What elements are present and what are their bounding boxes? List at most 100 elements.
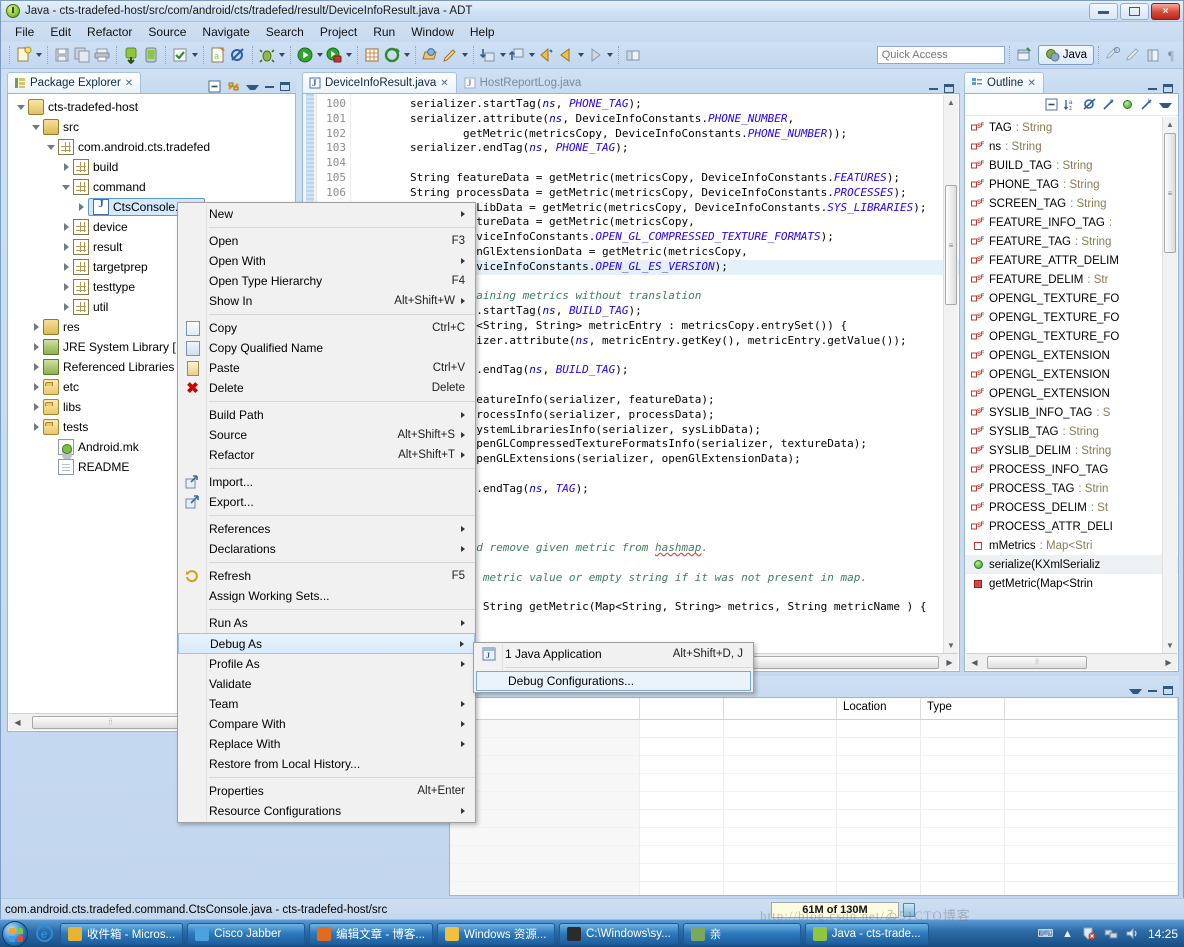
menu-item-restore-from-local-history[interactable]: Restore from Local History... [178, 754, 475, 774]
outline-item[interactable]: SFFEATURE_TAG : String [965, 232, 1178, 251]
scroll-up-icon[interactable]: ▲ [944, 95, 958, 110]
hide-local-types-icon[interactable]: L [1140, 98, 1153, 111]
new-file-dropdown-arrow[interactable] [34, 46, 43, 64]
minimize-icon[interactable] [1148, 87, 1157, 90]
volume-icon[interactable] [1126, 927, 1141, 941]
outline-item[interactable]: SFOPENGL_TEXTURE_FO [965, 289, 1178, 308]
run-dropdown-arrow[interactable] [315, 46, 324, 64]
column-header-2[interactable] [724, 698, 837, 719]
table-row[interactable] [450, 738, 1178, 756]
android-avd-manager-icon[interactable] [142, 46, 160, 64]
previous-annotation-icon[interactable] [508, 46, 526, 64]
outline-item-list[interactable]: SFTAG : StringSFns : StringSFBUILD_TAG :… [965, 116, 1178, 593]
show-hidden-icon[interactable]: ▲ [1060, 927, 1075, 941]
outline-item[interactable]: SFPROCESS_INFO_TAG [965, 460, 1178, 479]
menu-run[interactable]: Run [365, 23, 403, 41]
outline-item[interactable]: serialize(KXmlSerializ [965, 555, 1178, 574]
new-class-dropdown-arrow[interactable] [402, 46, 411, 64]
start-orb[interactable] [2, 921, 28, 947]
open-perspective-icon[interactable] [624, 46, 642, 64]
collapse-arrow-icon[interactable] [29, 380, 43, 394]
debug-dropdown-arrow[interactable] [277, 46, 286, 64]
new-java-package-icon[interactable] [363, 46, 381, 64]
menu-item-open-type-hierarchy[interactable]: Open Type HierarchyF4 [178, 271, 475, 291]
menu-edit[interactable]: Edit [42, 23, 79, 41]
outline-item[interactable]: SFFEATURE_ATTR_DELIM [965, 251, 1178, 270]
scroll-down-icon[interactable]: ▼ [1163, 638, 1177, 653]
maximize-icon[interactable] [280, 82, 290, 91]
tree-item[interactable]: com.android.cts.tradefed [8, 137, 295, 157]
link-with-editor-icon[interactable] [227, 80, 240, 93]
menu-item-compare-with[interactable]: Compare With [178, 714, 475, 734]
submenu-item-java-application[interactable]: J 1 Java Application Alt+Shift+D, J [474, 644, 753, 664]
code-line[interactable]: serializer.startTag(ns, PHONE_TAG); [357, 97, 959, 112]
tab-package-explorer[interactable]: Package Explorer ✕ [7, 72, 141, 93]
outline-item[interactable]: SFSYSLIB_TAG : String [965, 422, 1178, 441]
scroll-left-icon[interactable]: ◀ [966, 655, 983, 670]
taskbar-button[interactable]: C:\Windows\sy... [559, 923, 679, 945]
security-icon[interactable] [1082, 927, 1097, 941]
menu-item-new[interactable]: New [178, 204, 475, 224]
restore-button[interactable] [1120, 3, 1149, 20]
expand-arrow-icon[interactable] [29, 120, 43, 134]
menu-item-assign-working-sets[interactable]: Assign Working Sets... [178, 586, 475, 606]
outline-hscrollbar[interactable]: ◀ ⦙⦙ ▶ [966, 653, 1177, 670]
close-icon[interactable]: ✕ [1027, 78, 1035, 89]
collapse-arrow-icon[interactable] [74, 200, 88, 214]
check-dropdown-arrow[interactable] [190, 46, 199, 64]
tab-outline[interactable]: Outline ✕ [964, 72, 1044, 93]
menu-item-replace-with[interactable]: Replace With [178, 734, 475, 754]
minimize-icon[interactable] [265, 85, 274, 88]
tree-item[interactable]: cts-tradefed-host [8, 97, 295, 117]
collapse-arrow-icon[interactable] [59, 280, 73, 294]
collapse-arrow-icon[interactable] [59, 260, 73, 274]
collapse-all-icon[interactable] [1045, 98, 1058, 111]
table-row[interactable] [450, 792, 1178, 810]
back-arrow-icon[interactable] [557, 46, 575, 64]
table-row[interactable] [450, 774, 1178, 792]
menu-item-declarations[interactable]: Declarations [178, 539, 475, 559]
new-java-class-icon[interactable] [383, 46, 401, 64]
view-menu-icon[interactable] [246, 80, 259, 93]
back-dropdown-arrow[interactable] [576, 46, 585, 64]
sort-icon[interactable]: az [1064, 98, 1077, 111]
menu-item-copy-qualified-name[interactable]: Copy Qualified Name [178, 338, 475, 358]
outline-item[interactable]: SFFEATURE_INFO_TAG : [965, 213, 1178, 232]
outline-item[interactable]: SFOPENGL_TEXTURE_FO [965, 308, 1178, 327]
scroll-right-icon[interactable]: ▶ [941, 655, 958, 670]
tree-item[interactable]: command [8, 177, 295, 197]
quicklaunch-internet-explorer[interactable]: e [32, 922, 56, 946]
menu-file[interactable]: File [7, 23, 42, 41]
menu-item-open-with[interactable]: Open With [178, 251, 475, 271]
expand-arrow-icon[interactable] [44, 140, 58, 154]
menu-source[interactable]: Source [140, 23, 194, 41]
view-menu-icon[interactable] [1159, 98, 1172, 111]
collapse-arrow-icon[interactable] [59, 160, 73, 174]
outline-item[interactable]: SFSYSLIB_INFO_TAG : S [965, 403, 1178, 422]
collapse-arrow-icon[interactable] [59, 300, 73, 314]
taskbar-button[interactable]: 亲 [683, 923, 801, 945]
android-sdk-manager-icon[interactable] [122, 46, 140, 64]
menu-item-import[interactable]: Import... [178, 472, 475, 492]
table-row[interactable] [450, 720, 1178, 738]
close-icon[interactable]: ✕ [125, 78, 133, 89]
hide-static-icon[interactable]: s [1102, 98, 1115, 111]
outline-item[interactable]: mMetrics : Map<Stri [965, 536, 1178, 555]
collapse-arrow-icon[interactable] [29, 340, 43, 354]
tab-deviceinforesult[interactable]: J DeviceInfoResult.java ✕ [302, 72, 457, 93]
vscroll-thumb[interactable]: ≡ [945, 185, 957, 305]
taskbar-button[interactable]: Cisco Jabber [187, 923, 305, 945]
tree-item[interactable]: src [8, 117, 295, 137]
run-icon[interactable] [296, 46, 314, 64]
column-header-1[interactable] [640, 698, 724, 719]
menu-item-refactor[interactable]: RefactorAlt+Shift+T [178, 445, 475, 465]
clock[interactable]: 14:25 [1148, 927, 1178, 941]
column-header-type[interactable]: Type [921, 698, 1005, 719]
collapse-all-icon[interactable] [208, 80, 221, 93]
declaration-table-rows[interactable] [450, 720, 1178, 896]
scroll-left-icon[interactable]: ◀ [9, 715, 26, 730]
menu-item-run-as[interactable]: Run As [178, 613, 475, 633]
new-file-icon[interactable] [15, 46, 33, 64]
perspective-java-button[interactable]: Java [1038, 45, 1094, 65]
outline-item[interactable]: SFOPENGL_TEXTURE_FO [965, 327, 1178, 346]
